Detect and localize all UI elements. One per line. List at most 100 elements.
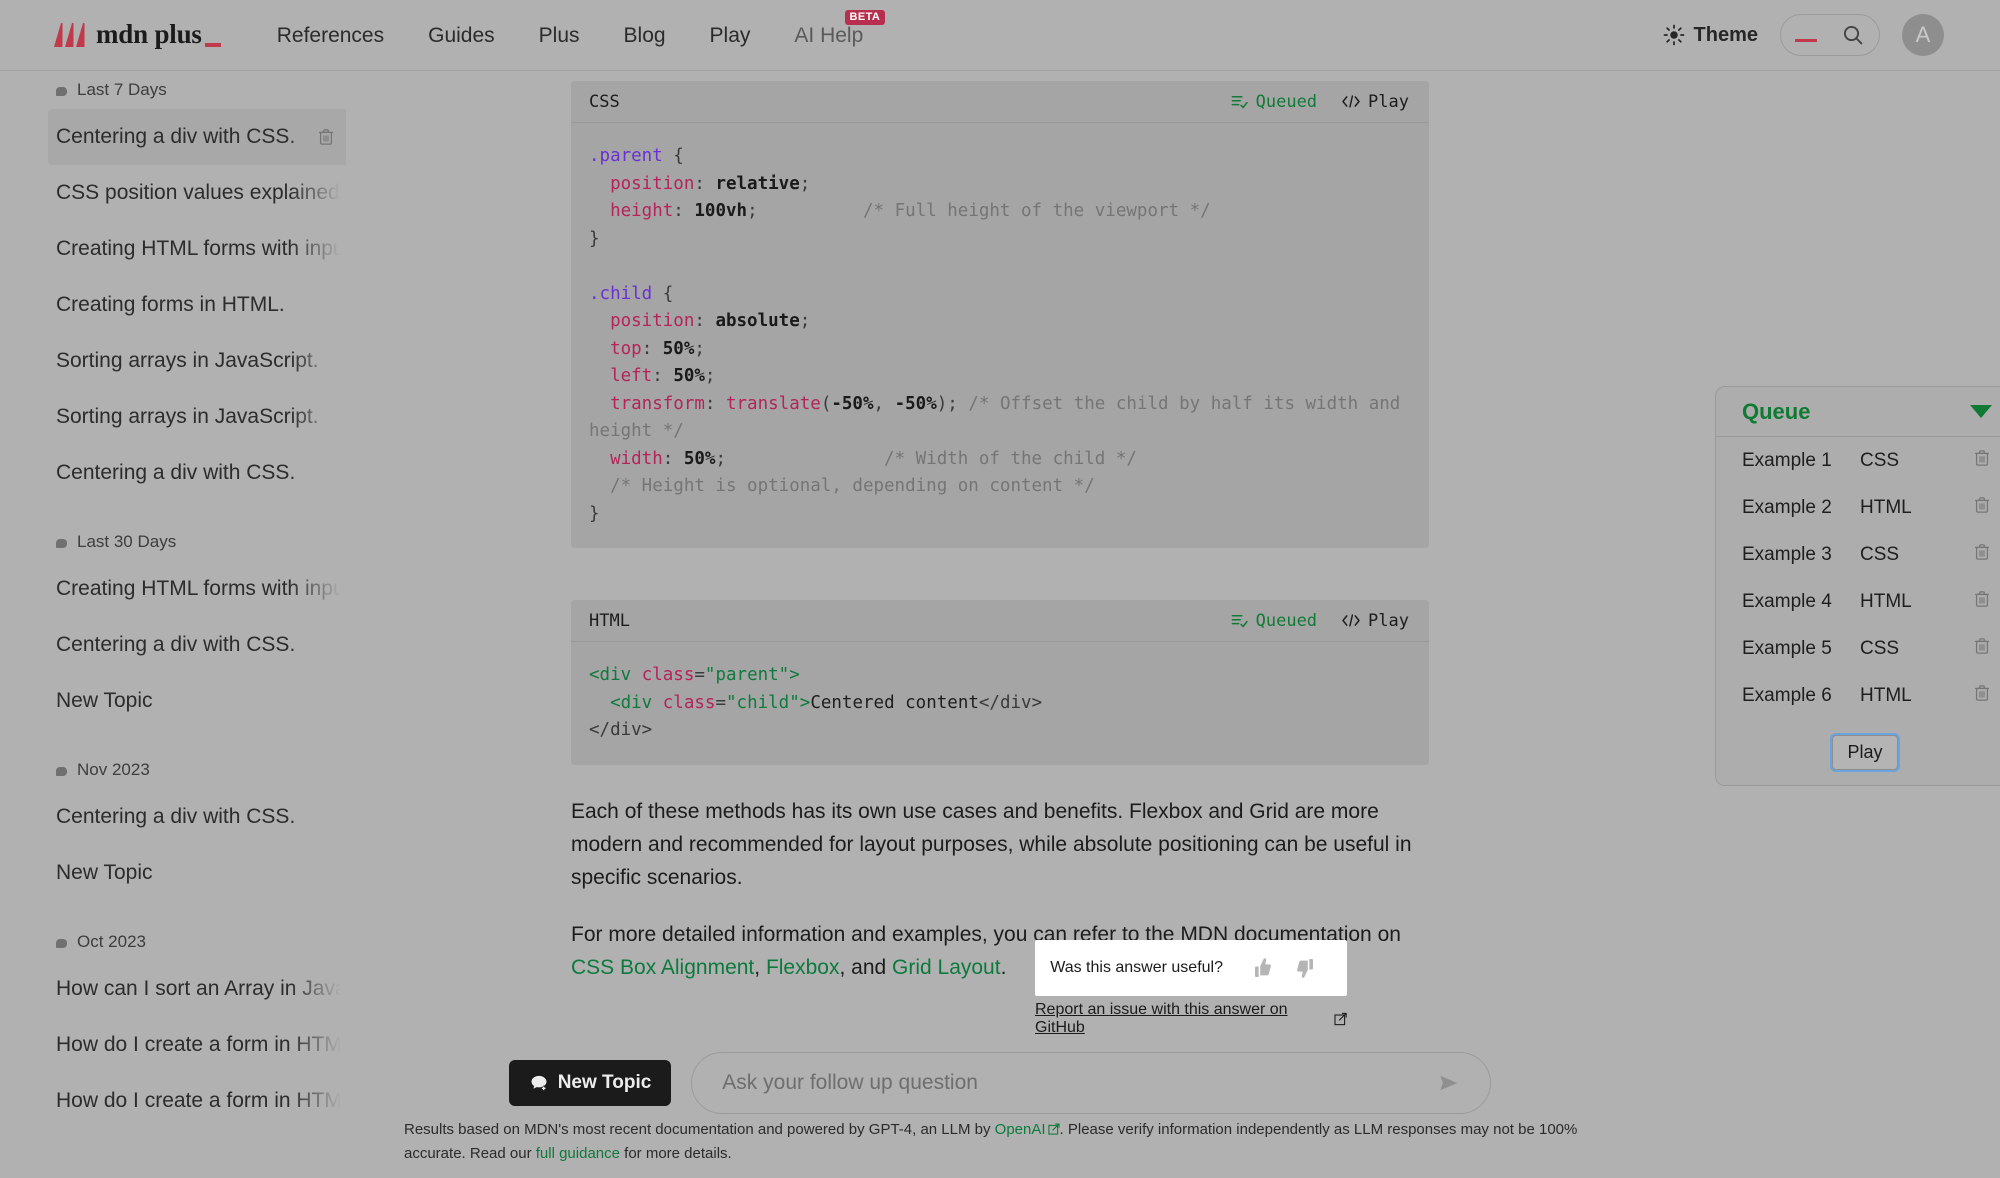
queue-row[interactable]: Example 6 HTML [1716, 672, 2000, 719]
sidebar-history-item[interactable]: How do I create a form in HTML? [0, 1073, 350, 1129]
play-button[interactable]: Play [1341, 92, 1409, 112]
sidebar-history-item[interactable]: Creating HTML forms with input fields. [0, 221, 350, 277]
queue-rows: Example 1 CSS Example 2 HTML Example 3 C… [1716, 437, 2000, 719]
nav-item-plus[interactable]: Plus [517, 0, 602, 71]
prose-sep: , and [839, 956, 892, 979]
trash-icon[interactable] [1972, 636, 1992, 656]
trash-icon[interactable] [1972, 542, 1992, 562]
avatar[interactable]: A [1902, 14, 1944, 56]
mdn-plus-logo[interactable]: mdn plus [52, 21, 221, 49]
new-topic-label: New Topic [558, 1072, 652, 1094]
nav-label: AI Help [794, 24, 863, 47]
queue-item-name: Example 4 [1742, 591, 1860, 613]
sidebar-history-item[interactable]: Sorting arrays in JavaScript. [0, 333, 350, 389]
chevron-down-icon[interactable] [1970, 405, 1992, 418]
nav-label: Blog [624, 24, 666, 47]
sidebar-history-item[interactable]: Sorting arrays in JavaScript. [0, 389, 350, 445]
followup-question-input[interactable] [720, 1070, 1434, 1096]
nav-item-play[interactable]: Play [688, 0, 773, 71]
sun-icon [1663, 24, 1685, 46]
nav-item-guides[interactable]: Guides [406, 0, 517, 71]
sidebar-history-item[interactable]: CSS position values explained. [0, 165, 350, 221]
link-flexbox[interactable]: Flexbox [766, 956, 840, 979]
sidebar-item-label: CSS position values explained. [56, 181, 346, 205]
queue-item-delete-button[interactable] [1972, 636, 1992, 662]
code-language-label: HTML [589, 611, 630, 631]
queued-button[interactable]: Queued [1230, 611, 1317, 631]
trash-icon[interactable] [1972, 683, 1992, 703]
queue-item-delete-button[interactable] [1972, 448, 1992, 474]
queue-footer: Play [1716, 719, 2000, 785]
queue-row[interactable]: Example 5 CSS [1716, 625, 2000, 672]
primary-nav: References Guides Plus Blog Play AI Help… [255, 0, 886, 71]
search-icon [1841, 23, 1865, 47]
trash-icon[interactable] [1972, 589, 1992, 609]
queue-row[interactable]: Example 1 CSS [1716, 437, 2000, 484]
prose-sep: , [754, 956, 766, 979]
sidebar-group-title: Last 7 Days [77, 80, 167, 100]
sidebar-item-label: Centering a div with CSS. [56, 461, 295, 485]
sidebar-history-item[interactable]: New Topic [0, 845, 350, 901]
sidebar-item-label: Centering a div with CSS. [56, 125, 295, 149]
queue-item-delete-button[interactable] [1972, 542, 1992, 568]
queued-list-check-icon [1230, 92, 1249, 111]
queue-play-button[interactable]: Play [1832, 735, 1897, 770]
queue-item-language: HTML [1860, 591, 1932, 613]
sidebar-group-title: Nov 2023 [77, 760, 150, 780]
main-content: CSS Queued [350, 71, 1650, 1178]
sidebar-history-item[interactable]: Centering a div with CSS. [0, 789, 350, 845]
theme-toggle-button[interactable]: Theme [1663, 24, 1758, 47]
sidebar-history-item[interactable]: How do I create a form in HTML? [0, 1017, 350, 1073]
openai-link[interactable]: OpenAI [995, 1121, 1046, 1138]
code-language-label: CSS [589, 92, 620, 112]
thumbs-down-icon[interactable] [1295, 956, 1319, 980]
sidebar-item-label: Creating HTML forms with input fields. [56, 237, 350, 261]
history-sidebar[interactable]: Last 7 Days Centering a div with CSS. CS… [0, 71, 350, 1178]
sidebar-history-item[interactable]: How can I sort an Array in JavaScript? [0, 961, 350, 1017]
text-fade-mask [290, 845, 350, 901]
followup-input-wrapper[interactable] [691, 1052, 1491, 1114]
nav-item-blog[interactable]: Blog [602, 0, 688, 71]
nav-item-references[interactable]: References [255, 0, 406, 71]
sidebar-item-label: Centering a div with CSS. [56, 633, 295, 657]
sidebar-item-label: Sorting arrays in JavaScript. [56, 349, 319, 373]
trash-icon[interactable] [1972, 448, 1992, 468]
sidebar-history-item[interactable]: Creating forms in HTML. [0, 277, 350, 333]
new-topic-button[interactable]: New Topic [509, 1060, 672, 1106]
queue-row[interactable]: Example 4 HTML [1716, 578, 2000, 625]
code-block-header: HTML Queued [571, 600, 1429, 642]
report-issue-link[interactable]: Report an issue with this answer on GitH… [1035, 1001, 1347, 1037]
search-input[interactable] [1780, 14, 1880, 56]
queue-item-language: HTML [1860, 685, 1932, 707]
logo-text: mdn plus [96, 21, 202, 48]
sidebar-history-item[interactable]: Creating HTML forms with input fields. [0, 561, 350, 617]
queue-row[interactable]: Example 2 HTML [1716, 484, 2000, 531]
queue-item-delete-button[interactable] [1972, 495, 1992, 521]
link-grid-layout[interactable]: Grid Layout [892, 956, 1001, 979]
trash-icon[interactable] [316, 127, 336, 147]
chat-bubble-icon [56, 767, 67, 776]
sidebar-history-item[interactable]: Centering a div with CSS. [48, 109, 346, 165]
sidebar-history-item[interactable]: Centering a div with CSS. [0, 445, 350, 501]
nav-item-ai-help[interactable]: AI Help BETA [772, 0, 885, 71]
sidebar-item-label: How can I sort an Array in JavaScript? [56, 977, 350, 1001]
sidebar-history-item[interactable]: Centering a div with CSS. [0, 617, 350, 673]
link-css-box-alignment[interactable]: CSS Box Alignment [571, 956, 754, 979]
queue-row[interactable]: Example 3 CSS [1716, 531, 2000, 578]
sidebar-item-label: Creating forms in HTML. [56, 293, 285, 317]
send-icon[interactable] [1434, 1068, 1464, 1098]
queue-item-delete-button[interactable] [1972, 683, 1992, 709]
queue-item-name: Example 1 [1742, 450, 1860, 472]
sidebar-history-item[interactable]: New Topic [0, 673, 350, 729]
play-button[interactable]: Play [1341, 611, 1409, 631]
nav-label: References [277, 24, 384, 47]
queue-item-delete-button[interactable] [1972, 589, 1992, 615]
queue-item-name: Example 2 [1742, 497, 1860, 519]
queued-button[interactable]: Queued [1230, 92, 1317, 112]
logo-underscore [205, 43, 221, 47]
trash-icon[interactable] [1972, 495, 1992, 515]
thumbs-up-icon[interactable] [1249, 956, 1273, 980]
code-block-body: <div class="parent"> <div class="child">… [571, 642, 1429, 765]
full-guidance-link[interactable]: full guidance [536, 1145, 620, 1162]
sidebar-item-label: New Topic [56, 689, 153, 713]
